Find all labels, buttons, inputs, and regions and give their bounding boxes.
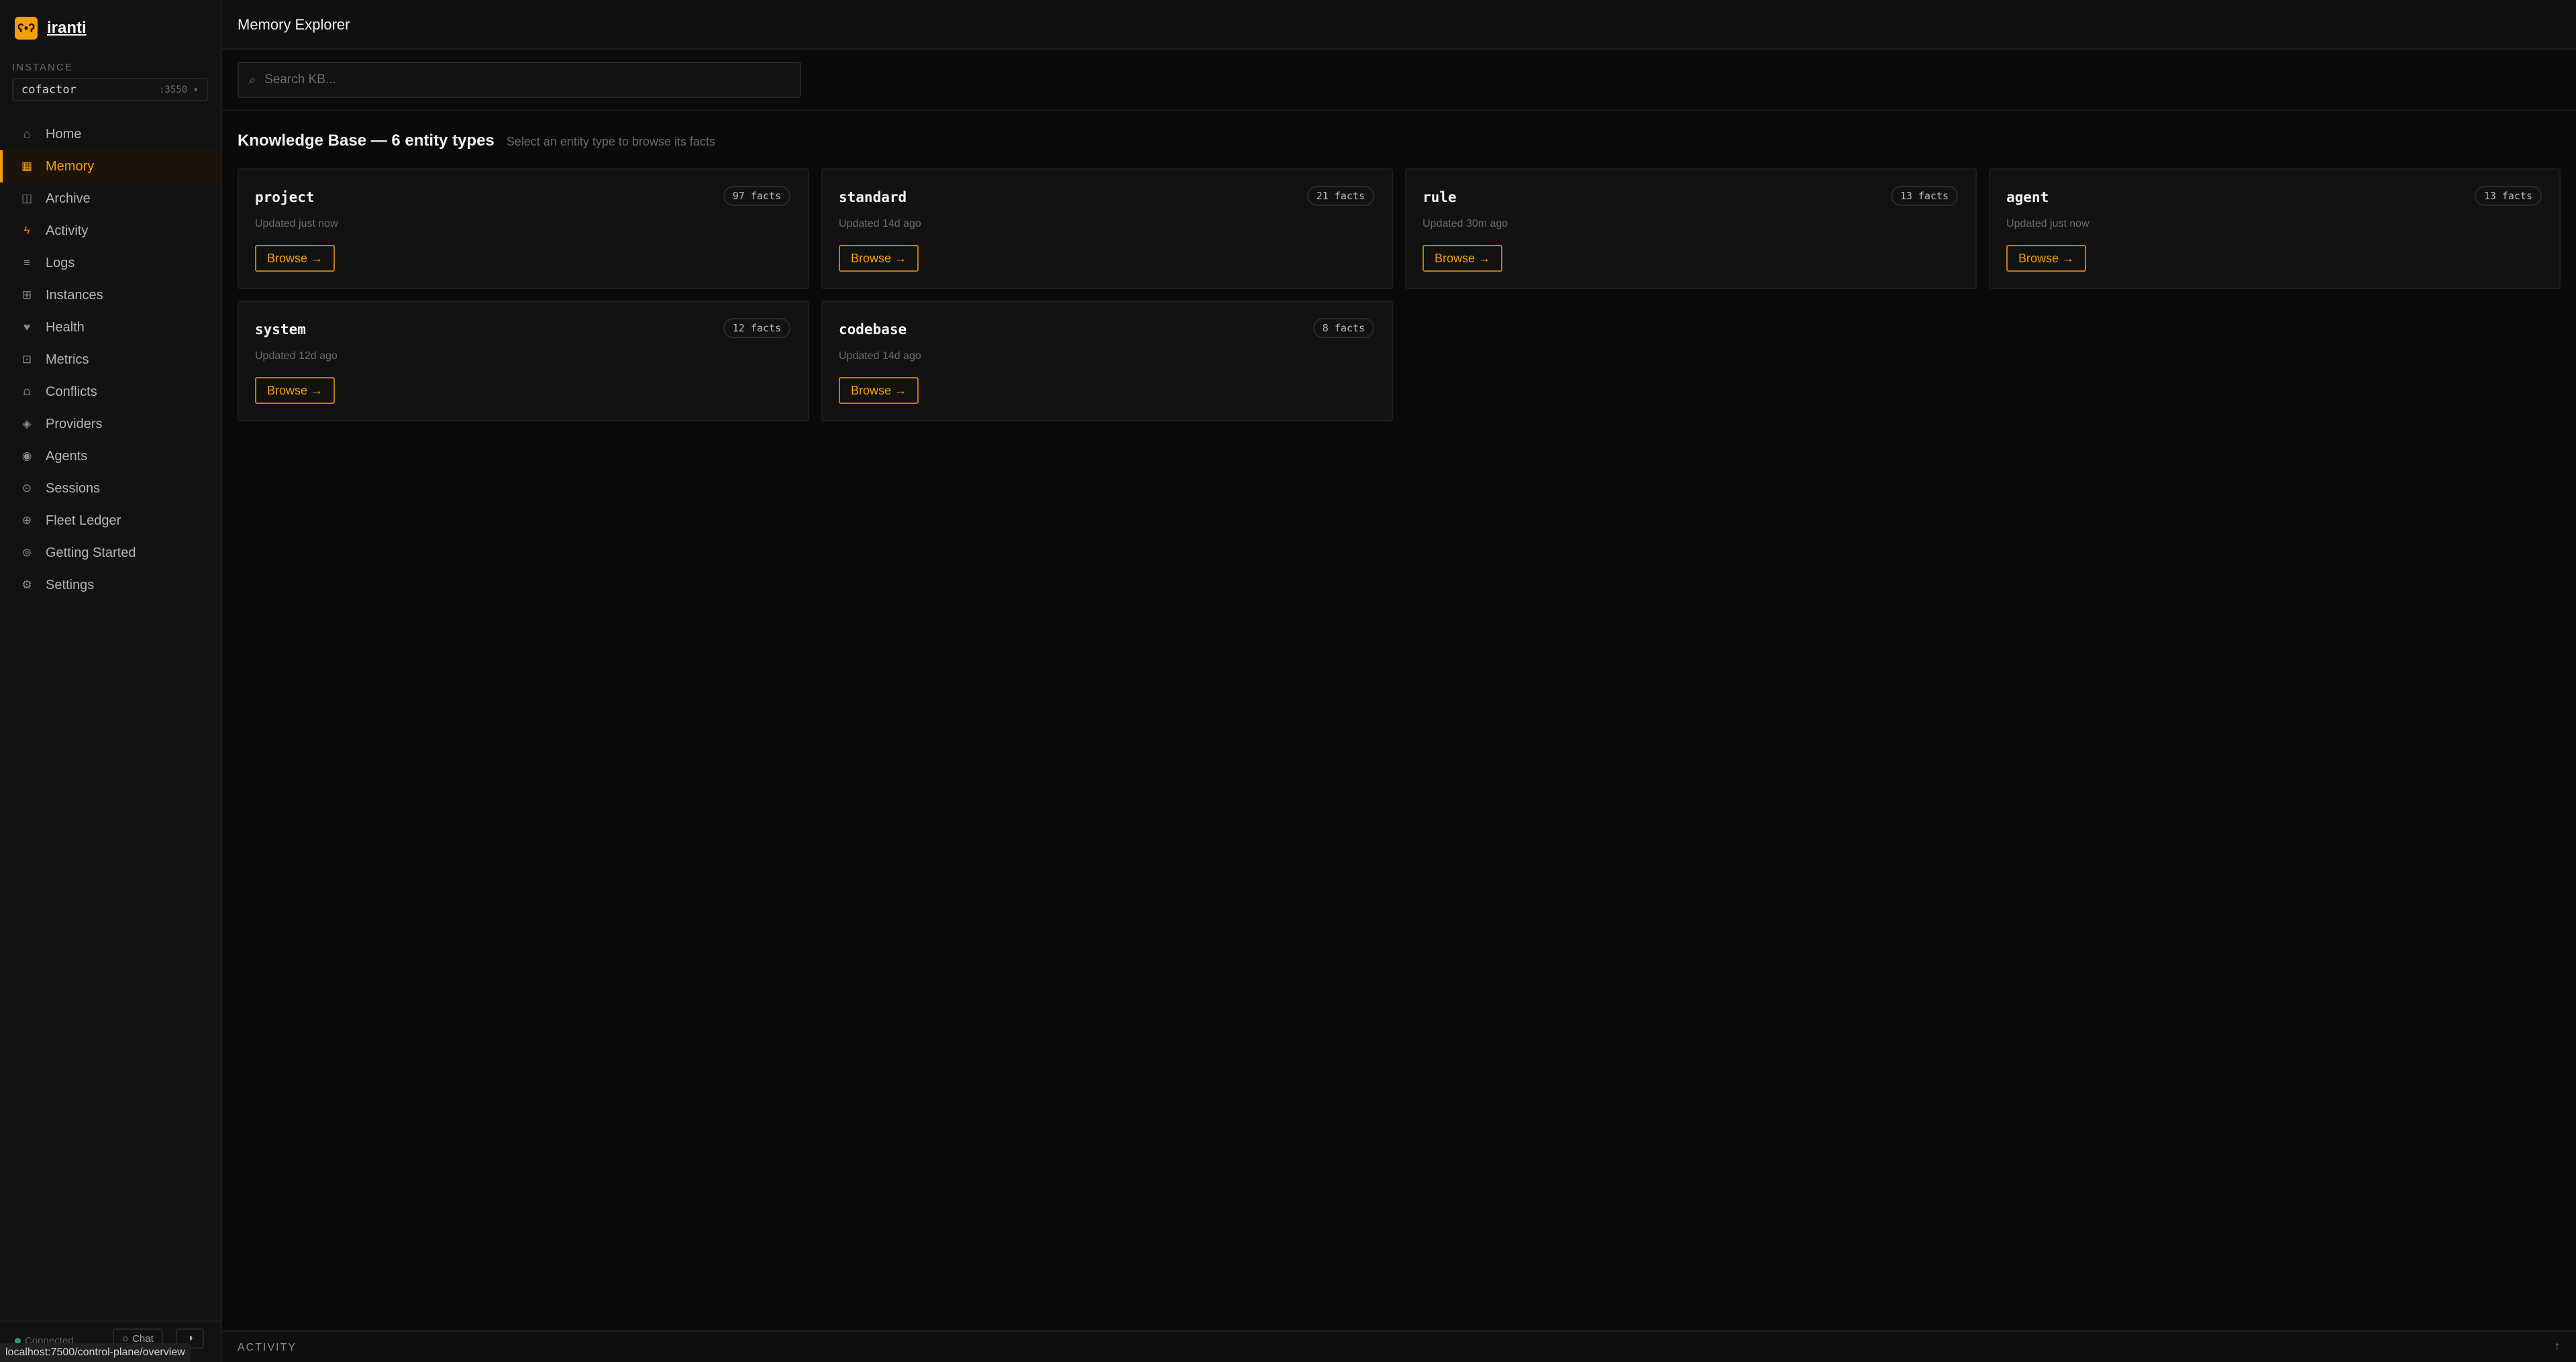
brand[interactable]: ʕ•ʔ iranti [15, 16, 87, 40]
sidebar-nav: ⌂ Home ▦ Memory ◫ Archive ϟ Activity ≡ L… [0, 118, 221, 601]
entity-card-system: system 12 facts Updated 12d ago Browse → [238, 301, 809, 421]
browse-button[interactable]: Browse → [839, 245, 919, 272]
sidebar-item-home[interactable]: ⌂ Home [0, 118, 221, 150]
activity-label: ACTIVITY [238, 1342, 297, 1353]
sidebar-item-label: Archive [46, 191, 91, 206]
sidebar-item-health[interactable]: ♥ Health [0, 311, 221, 344]
top-bar: Memory Explorer [222, 0, 2576, 50]
ledger-icon: ⊕ [21, 514, 32, 527]
list-icon: ≡ [23, 256, 30, 269]
sidebar-item-settings[interactable]: ⚙ Settings [0, 569, 221, 601]
gear-icon: ⚙ [21, 578, 32, 591]
conflicts-icon: ⩍ [23, 385, 31, 398]
sidebar-item-label: Sessions [46, 480, 101, 496]
entity-name: standard [839, 189, 907, 205]
facts-count-badge: 13 facts [2474, 186, 2542, 206]
updated-text: Updated 30m ago [1423, 218, 1508, 229]
sidebar-item-label: Conflicts [46, 384, 97, 399]
sidebar-item-label: Memory [46, 158, 95, 174]
sidebar-item-logs[interactable]: ≡ Logs [0, 247, 221, 279]
entity-card-agent: agent 13 facts Updated just now Browse → [1989, 168, 2561, 289]
search-input[interactable] [264, 72, 775, 87]
chat-icon: ○ [122, 1332, 129, 1345]
facts-count-badge: 12 facts [723, 318, 790, 338]
entity-card-codebase: codebase 8 facts Updated 14d ago Browse … [821, 301, 1393, 421]
sidebar-item-providers[interactable]: ◈ Providers [0, 408, 221, 440]
browse-button[interactable]: Browse → [839, 377, 919, 404]
sidebar-item-instances[interactable]: ⊞ Instances [0, 279, 221, 311]
entity-card-standard: standard 21 facts Updated 14d ago Browse… [821, 168, 1393, 289]
iranti-logo-icon: ʕ•ʔ [15, 17, 38, 40]
section-divider [222, 109, 2576, 111]
diamond-icon: ◈ [22, 417, 32, 430]
updated-text: Updated 14d ago [839, 218, 921, 229]
browse-button[interactable]: Browse → [255, 377, 336, 404]
entity-card-rule: rule 13 facts Updated 30m ago Browse → [1405, 168, 1977, 289]
lightning-icon: ϟ [23, 224, 30, 237]
facts-count-badge: 21 facts [1306, 186, 1374, 206]
sidebar-item-sessions[interactable]: ⊙ Sessions [0, 472, 221, 505]
sidebar-item-getting-started[interactable]: ⊚ Getting Started [0, 537, 221, 569]
sidebar-item-label: Settings [46, 577, 95, 592]
grid-icon: ⊞ [21, 289, 32, 301]
browse-button[interactable]: Browse → [1423, 245, 1503, 272]
sidebar-item-metrics[interactable]: ⊡ Metrics [0, 344, 221, 376]
updated-text: Updated 12d ago [255, 350, 338, 362]
sidebar-item-label: Fleet Ledger [46, 513, 121, 528]
status-url-tooltip: localhost:7500/control-plane/overview [0, 1343, 191, 1362]
sidebar-item-agents[interactable]: ◉ Agents [0, 440, 221, 472]
kb-title: Knowledge Base — 6 entity types [238, 132, 495, 150]
browse-button[interactable]: Browse → [2006, 245, 2087, 272]
sidebar-item-memory[interactable]: ▦ Memory [0, 150, 221, 182]
entity-name: system [255, 321, 306, 337]
instance-select[interactable]: cofactor :3550 ▾ [12, 78, 208, 101]
entity-name: project [255, 189, 315, 205]
sidebar-item-label: Logs [46, 255, 75, 270]
browse-button[interactable]: Browse → [255, 245, 336, 272]
sidebar-item-archive[interactable]: ◫ Archive [0, 182, 221, 215]
sidebar: ʕ•ʔ iranti INSTANCE cofactor :3550 ▾ ⌂ H… [0, 0, 222, 1362]
house-icon: ⌂ [23, 127, 31, 140]
sidebar-item-label: Agents [46, 448, 88, 464]
facts-count-badge: 8 facts [1312, 318, 1374, 338]
sidebar-item-conflicts[interactable]: ⩍ Conflicts [0, 376, 221, 408]
heart-icon: ♥ [23, 321, 31, 333]
sidebar-item-label: Instances [46, 287, 103, 303]
agent-icon: ◉ [21, 450, 32, 462]
entity-name: agent [2006, 189, 2049, 205]
sidebar-item-label: Health [46, 319, 85, 335]
database-icon: ▦ [21, 160, 33, 172]
start-icon: ⊚ [21, 546, 32, 559]
metrics-icon: ⊡ [21, 353, 32, 366]
instance-port: :3550 ▾ [158, 84, 199, 95]
instance-name: cofactor [21, 83, 76, 97]
updated-text: Updated just now [255, 218, 338, 229]
sidebar-item-label: Providers [46, 416, 103, 431]
page-title: Memory Explorer [238, 16, 350, 33]
updated-text: Updated 14d ago [839, 350, 921, 362]
brand-name[interactable]: iranti [47, 19, 87, 38]
search-icon: ⌕ [248, 72, 256, 87]
sidebar-item-label: Getting Started [46, 545, 136, 560]
updated-text: Updated just now [2006, 218, 2090, 229]
entity-card-project: project 97 facts Updated just now Browse… [238, 168, 809, 289]
archive-icon: ◫ [21, 192, 33, 205]
facts-count-badge: 97 facts [723, 186, 790, 206]
chat-label: Chat [132, 1332, 154, 1345]
sidebar-item-label: Home [46, 126, 82, 142]
sidebar-item-label: Activity [46, 223, 89, 238]
entity-name: rule [1423, 189, 1457, 205]
clock-icon: ⊙ [21, 482, 32, 494]
kb-heading: Knowledge Base — 6 entity types Select a… [238, 132, 715, 150]
instance-label: INSTANCE [12, 62, 73, 73]
activity-panel-bar[interactable]: ACTIVITY ↑ [222, 1330, 2576, 1362]
expand-arrow-icon[interactable]: ↑ [2555, 1341, 2560, 1353]
entity-name: codebase [839, 321, 907, 337]
facts-count-badge: 13 facts [1890, 186, 1958, 206]
sidebar-item-fleet-ledger[interactable]: ⊕ Fleet Ledger [0, 505, 221, 537]
sidebar-item-label: Metrics [46, 352, 89, 367]
sidebar-item-activity[interactable]: ϟ Activity [0, 215, 221, 247]
kb-subtitle: Select an entity type to browse its fact… [506, 135, 715, 148]
search-box[interactable]: ⌕ [238, 62, 801, 98]
